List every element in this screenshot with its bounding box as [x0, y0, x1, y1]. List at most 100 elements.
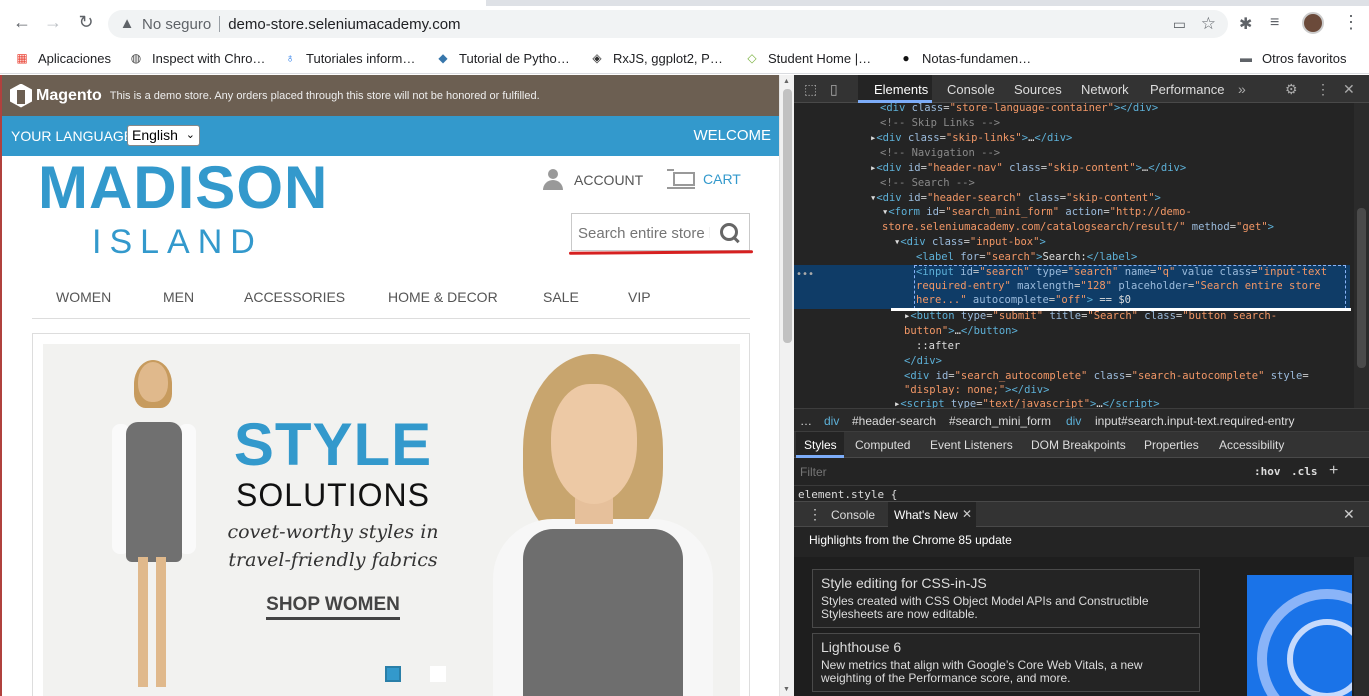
tab-console[interactable]: Console [947, 82, 995, 97]
cart-link[interactable]: CART [667, 169, 741, 189]
drawer-tab-console[interactable]: Console [831, 508, 875, 522]
forward-icon[interactable]: → [43, 12, 63, 32]
styles-filter-input[interactable] [800, 464, 1100, 480]
security-status[interactable]: No seguro [142, 16, 211, 33]
bookmark-student-home[interactable]: ◇ Student Home |… [744, 50, 871, 66]
close-tab-icon[interactable]: ✕ [962, 507, 972, 521]
extensions-icon[interactable]: ✱ [1239, 14, 1252, 34]
close-devtools-icon[interactable]: ✕ [1343, 81, 1355, 98]
hero-subtitle: SOLUTIONS [236, 477, 430, 513]
tab-event-listeners[interactable]: Event Listeners [930, 438, 1013, 452]
hero-slider: STYLE SOLUTIONS covet-worthy styles in t… [32, 333, 750, 696]
browser-menu-icon[interactable]: ⋮ [1342, 12, 1360, 33]
card-title: Style editing for CSS-in-JS [821, 575, 987, 591]
bookmark-inspect[interactable]: ◍ Inspect with Chro… [128, 50, 266, 66]
shop-women-button[interactable]: SHOP WOMEN [266, 594, 400, 620]
language-label: YOUR LANGUAGE: [11, 128, 138, 144]
tab-elements[interactable]: Elements [874, 82, 928, 97]
more-tabs-icon[interactable]: » [1238, 81, 1246, 97]
magento-hex-icon [10, 83, 32, 108]
language-select[interactable]: English ⌄ [127, 125, 200, 146]
hero-banner[interactable]: STYLE SOLUTIONS covet-worthy styles in t… [43, 344, 740, 696]
device-toolbar-icon[interactable]: ▯ [830, 81, 838, 98]
class-toggle[interactable]: .cls [1291, 465, 1318, 478]
bookmark-notas[interactable]: ● Notas-fundamen… [898, 50, 1031, 66]
devtools-menu-icon[interactable]: ⋮ [1316, 81, 1330, 98]
nav-accessories[interactable]: ACCESSORIES [244, 289, 345, 305]
dom-tree-scrollbar[interactable] [1354, 103, 1369, 408]
bookmark-python[interactable]: ◆ Tutorial de Pytho… [435, 50, 569, 66]
breadcrumb-div-2[interactable]: div [1066, 414, 1081, 428]
nav-women[interactable]: WOMEN [56, 289, 111, 305]
leaf-icon: ◇ [747, 51, 757, 65]
inspect-element-icon[interactable]: ⬚ [804, 81, 817, 98]
address-bar[interactable]: ▲ No seguro demo-store.seleniumacademy.c… [108, 10, 1228, 38]
store-page: Magento This is a demo store. Any orders… [0, 75, 779, 696]
tab-sources[interactable]: Sources [1014, 82, 1062, 97]
nav-vip[interactable]: VIP [628, 289, 651, 305]
nav-sale[interactable]: SALE [543, 289, 579, 305]
bulb-icon: ♁ [285, 51, 295, 65]
nav-home-decor[interactable]: HOME & DECOR [388, 289, 498, 305]
demo-notice-text: This is a demo store. Any orders placed … [109, 89, 540, 102]
scrollbar-thumb[interactable] [783, 89, 792, 343]
whats-new-card[interactable]: Lighthouse 6 New metrics that align with… [812, 633, 1200, 692]
profile-avatar[interactable] [1302, 12, 1324, 34]
search-input[interactable] [578, 222, 710, 244]
back-icon[interactable]: ← [12, 12, 32, 32]
bookmark-star-icon[interactable]: ☆ [1201, 14, 1216, 34]
element-style-rule[interactable]: element.style { [798, 488, 897, 501]
card-description: Styles created with CSS Object Model API… [821, 594, 1149, 621]
whats-new-card[interactable]: Style editing for CSS-in-JS Styles creat… [812, 569, 1200, 628]
dom-tree[interactable]: ••• <div class="store-language-container… [794, 103, 1354, 408]
account-link[interactable]: ACCOUNT [542, 169, 643, 191]
tab-network[interactable]: Network [1081, 82, 1129, 97]
address-separator [219, 16, 221, 32]
devtools-panel: ⬚ ▯ Elements Console Sources Network Per… [794, 75, 1369, 696]
bookmark-other[interactable]: ▬ Otros favoritos [1238, 50, 1347, 66]
card-title: Lighthouse 6 [821, 639, 902, 655]
tab-properties[interactable]: Properties [1144, 438, 1199, 452]
tab-computed[interactable]: Computed [855, 438, 910, 452]
cast-icon[interactable]: ▭ [1173, 16, 1186, 33]
breadcrumb-header-search[interactable]: #header-search [852, 414, 936, 428]
url-text[interactable]: demo-store.seleniumacademy.com [228, 16, 460, 33]
reload-icon[interactable]: ↻ [76, 12, 96, 32]
close-drawer-icon[interactable]: ✕ [1343, 506, 1355, 523]
chevron-down-icon: ⌄ [185, 129, 195, 141]
page-scrollbar[interactable]: ▲ ▼ [779, 75, 794, 696]
tab-styles[interactable]: Styles [804, 438, 837, 452]
diamond-icon: ◈ [592, 51, 602, 65]
tab-accessibility[interactable]: Accessibility [1219, 438, 1284, 452]
slider-dot-active[interactable] [385, 666, 401, 682]
drawer-menu-icon[interactable]: ⋮ [808, 506, 822, 523]
breadcrumb-search-form[interactable]: #search_mini_form [949, 414, 1051, 428]
card-description: New metrics that align with Google’s Cor… [821, 658, 1143, 685]
bookmark-apps[interactable]: ▦ Aplicaciones [14, 50, 111, 66]
store-logo[interactable]: MADISON ISLAND [38, 157, 328, 262]
bookmark-tutoriales[interactable]: ♁ Tutoriales inform… [282, 50, 416, 66]
tab-performance[interactable]: Performance [1150, 82, 1224, 97]
scroll-up-icon[interactable]: ▲ [783, 78, 790, 85]
hover-state-toggle[interactable]: :hov [1254, 465, 1281, 478]
whats-new-image [1247, 575, 1352, 696]
gear-icon[interactable]: ⚙ [1285, 81, 1298, 98]
media-control-icon[interactable]: ≡ [1270, 14, 1279, 32]
breadcrumb-div[interactable]: div [824, 414, 839, 428]
tab-dom-breakpoints[interactable]: DOM Breakpoints [1031, 438, 1126, 452]
bookmark-rxjs[interactable]: ◈ RxJS, ggplot2, P… [589, 50, 722, 66]
hero-title: STYLE [233, 411, 433, 478]
dom-tree-scroll-thumb[interactable] [1357, 208, 1366, 368]
new-style-rule-icon[interactable]: + [1329, 462, 1338, 480]
breadcrumb-ellipsis[interactable]: … [800, 414, 812, 428]
nav-men[interactable]: MEN [163, 289, 194, 305]
breadcrumb-input[interactable]: input#search.input-text.required-entry [1095, 414, 1294, 428]
whats-new-scrollbar[interactable] [1354, 557, 1369, 696]
scroll-down-icon[interactable]: ▼ [783, 686, 790, 693]
search-icon[interactable] [719, 222, 741, 244]
slider-dot[interactable] [430, 666, 446, 682]
warning-icon[interactable]: ▲ [118, 15, 136, 33]
python-icon: ◆ [438, 51, 448, 65]
node-actions-icon[interactable]: ••• [796, 267, 814, 282]
drawer-tab-whats-new[interactable]: What's New [894, 508, 958, 522]
